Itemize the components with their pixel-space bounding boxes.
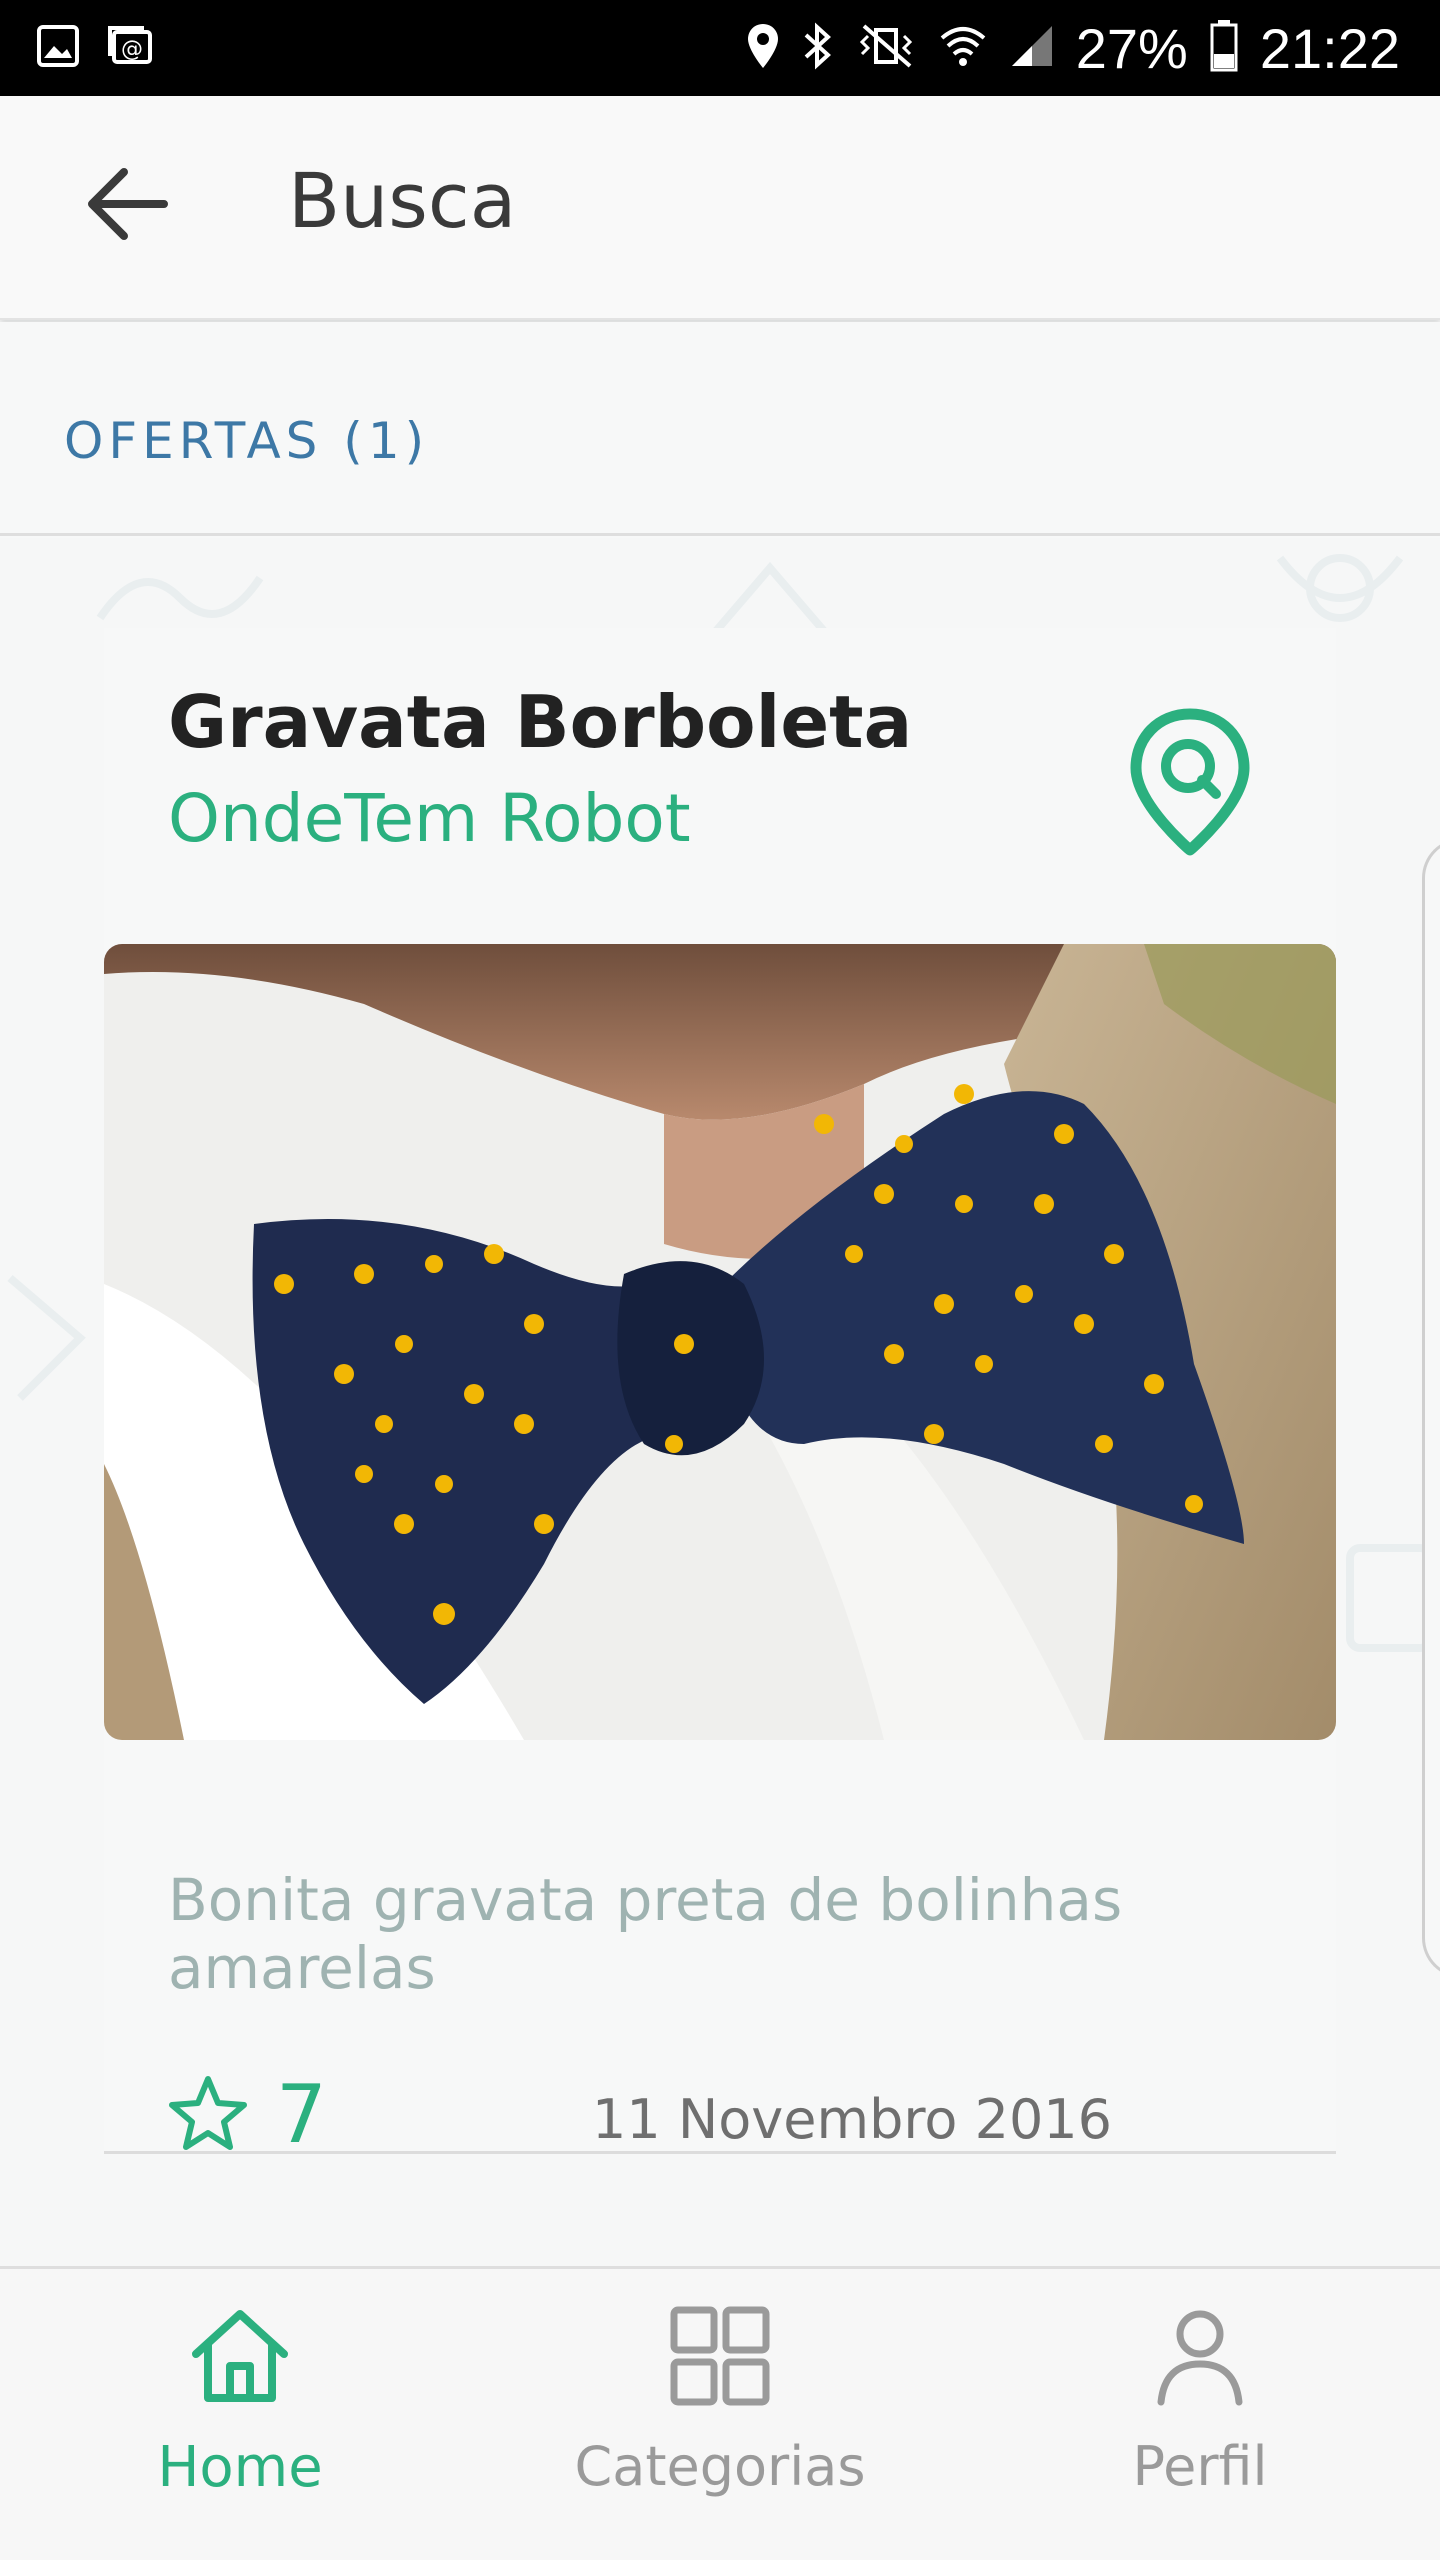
nav-profile[interactable]: Perfil bbox=[960, 2269, 1440, 2560]
wifi-icon bbox=[938, 22, 988, 74]
page-title: Busca bbox=[288, 156, 517, 245]
back-button[interactable] bbox=[78, 158, 174, 254]
rating-value: 7 bbox=[276, 2068, 327, 2161]
offer-photo[interactable] bbox=[104, 944, 1336, 1740]
grid-icon bbox=[665, 2301, 775, 2411]
star-outline-icon[interactable] bbox=[168, 2075, 248, 2155]
battery-percent: 27% bbox=[1075, 16, 1188, 80]
bluetooth-icon bbox=[802, 21, 834, 75]
nav-categories-label: Categorias bbox=[574, 2435, 866, 2498]
offer-description: Bonita gravata preta de bolinhas amarela… bbox=[168, 1866, 1123, 2002]
map-pin-search-icon[interactable] bbox=[1128, 708, 1252, 856]
clock: 21:22 bbox=[1259, 16, 1400, 80]
nav-categories[interactable]: Categorias bbox=[480, 2269, 960, 2560]
user-icon bbox=[1145, 2301, 1255, 2411]
rating[interactable]: 7 bbox=[168, 2068, 327, 2161]
offer-date: 11 Novembro 2016 bbox=[592, 2088, 1113, 2151]
arrow-left-icon bbox=[84, 166, 168, 246]
location-icon bbox=[746, 22, 780, 74]
next-card-peek[interactable] bbox=[1422, 838, 1440, 1978]
nav-home[interactable]: Home bbox=[0, 2269, 480, 2560]
tab-offers[interactable]: OFERTAS (1) bbox=[64, 412, 429, 470]
offer-card[interactable]: Gravata Borboleta OndeTem Robot Bonita g… bbox=[104, 628, 1336, 2161]
gallery-icon bbox=[36, 24, 80, 72]
email-sync-icon: @ bbox=[106, 24, 154, 72]
background-doodle-icon bbox=[7, 1274, 86, 1401]
status-bar: @ 27% 21:22 bbox=[0, 0, 1440, 96]
signal-icon bbox=[1010, 24, 1054, 72]
svg-text:@: @ bbox=[121, 37, 143, 62]
offer-title: Gravata Borboleta bbox=[168, 680, 913, 764]
nav-profile-label: Perfil bbox=[1132, 2435, 1268, 2498]
battery-icon bbox=[1210, 20, 1238, 76]
background-doodle-icon bbox=[96, 575, 264, 621]
bow-tie-image bbox=[104, 944, 1336, 1740]
status-right: 27% 21:22 bbox=[746, 16, 1400, 81]
store-name[interactable]: OndeTem Robot bbox=[168, 780, 691, 857]
status-left: @ bbox=[36, 24, 154, 72]
home-icon bbox=[185, 2301, 295, 2411]
offers-tab-row: OFERTAS (1) bbox=[0, 322, 1440, 536]
mute-vibrate-icon bbox=[856, 22, 916, 74]
app-bar: Busca bbox=[0, 96, 1440, 320]
nav-home-label: Home bbox=[157, 2435, 323, 2500]
bottom-nav: Home Categorias Perfil bbox=[0, 2266, 1440, 2560]
results-list[interactable]: Gravata Borboleta OndeTem Robot Bonita g… bbox=[0, 538, 1440, 2266]
